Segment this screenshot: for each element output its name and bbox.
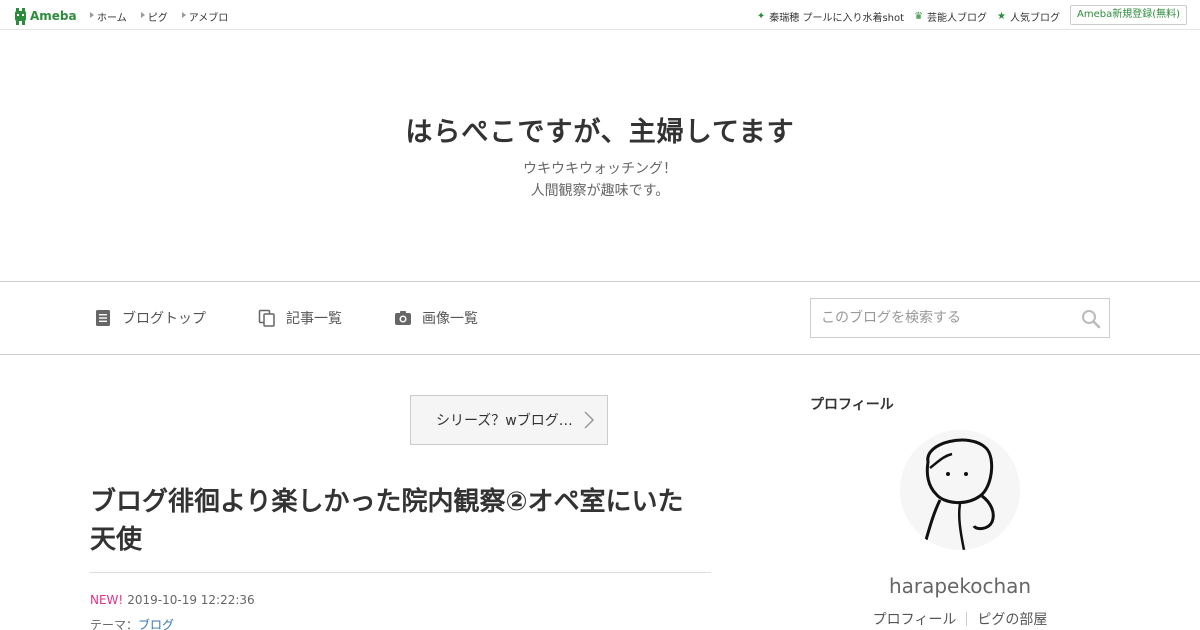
blog-search (810, 298, 1110, 338)
featured-link-popular[interactable]: ★ 人気ブログ (997, 9, 1060, 24)
article-title[interactable]: ブログ徘徊より楽しかった院内観察②オペ室にいた 天使 (90, 483, 710, 559)
nav-label: 画像一覧 (422, 311, 478, 327)
avatar[interactable] (900, 430, 1020, 550)
search-input[interactable] (811, 299, 1071, 337)
theme-link[interactable]: ブログ (138, 618, 174, 630)
pigg-room-link[interactable]: ピグの部屋 (967, 609, 1057, 629)
date-text: 2019-10-19 12:22:36 (127, 593, 255, 607)
search-icon[interactable] (1081, 309, 1101, 329)
nav-link-ameblo[interactable]: アメブロ (181, 9, 228, 24)
logo-text: Ameba (30, 9, 77, 23)
copy-icon (258, 309, 275, 327)
nav-link-pigg[interactable]: ピグ (140, 9, 168, 24)
theme-series-label: シリーズ？wブログ… (436, 413, 573, 429)
blog-description-line: 人間観察が趣味です。 (530, 183, 670, 199)
nav-link-home[interactable]: ホーム (90, 9, 127, 24)
nav-label: 記事一覧 (286, 311, 342, 327)
article-date: NEW! 2019-10-19 12:22:36 (90, 593, 255, 607)
ameba-logo[interactable]: Ameba (14, 6, 77, 26)
theme-series-button[interactable]: シリーズ？wブログ… (410, 395, 608, 445)
document-icon (96, 310, 110, 326)
theme-label: テーマ： (90, 618, 139, 630)
profile-heading: プロフィール (810, 397, 894, 413)
nav-image-list[interactable]: 画像一覧 (394, 308, 478, 328)
avatar-drawing (924, 438, 995, 550)
featured-link-label: 芸能人ブログ (927, 13, 988, 24)
sparkle-icon: ✦ (756, 11, 766, 22)
blog-description-line: ウキウキウォッチング！ (523, 161, 677, 177)
camera-icon (395, 311, 411, 325)
featured-link-celebrity[interactable]: ♛ 芸能人ブログ (914, 9, 987, 24)
top-bar: Ameba ホーム ピグ アメブロ ✦ 秦瑞穂 プールに入り水着shot ♛ 芸… (0, 0, 1200, 30)
featured-links: ✦ 秦瑞穂 プールに入り水着shot ♛ 芸能人ブログ ★ 人気ブログ (757, 9, 1060, 24)
crown-icon: ♛ (914, 11, 924, 22)
blog-nav: ブログトップ 記事一覧 画像一覧 (0, 281, 1200, 355)
blog-description: ウキウキウォッチング！ 人間観察が趣味です。 (0, 158, 1200, 202)
article-theme: テーマ：ブログ (90, 616, 174, 630)
global-nav: ホーム ピグ アメブロ (90, 9, 228, 24)
profile-link[interactable]: プロフィール (863, 609, 967, 629)
nav-label: ブログトップ (122, 311, 206, 327)
featured-link-label: 秦瑞穂 プールに入り水着shot (769, 13, 905, 24)
article-title-line: 天使 (90, 525, 143, 555)
nav-blog-top[interactable]: ブログトップ (94, 308, 206, 328)
new-badge: NEW! (90, 593, 124, 607)
featured-link-news[interactable]: ✦ 秦瑞穂 プールに入り水着shot (757, 9, 904, 24)
blog-title[interactable]: はらぺこですが、主婦してます (0, 110, 1200, 149)
article-title-line: ブログ徘徊より楽しかった院内観察②オペ室にいた (90, 487, 684, 517)
featured-link-label: 人気ブログ (1010, 13, 1060, 24)
nav-article-list[interactable]: 記事一覧 (258, 308, 342, 328)
ameba-mascot-icon (15, 7, 26, 25)
profile-username[interactable]: harapekochan (810, 574, 1110, 598)
chevron-right-icon (584, 411, 595, 429)
divider (90, 572, 711, 573)
star-icon: ★ (997, 11, 1006, 22)
profile-links: プロフィール ピグの部屋 (810, 609, 1110, 629)
signup-button[interactable]: Ameba新規登録(無料) (1069, 5, 1187, 25)
